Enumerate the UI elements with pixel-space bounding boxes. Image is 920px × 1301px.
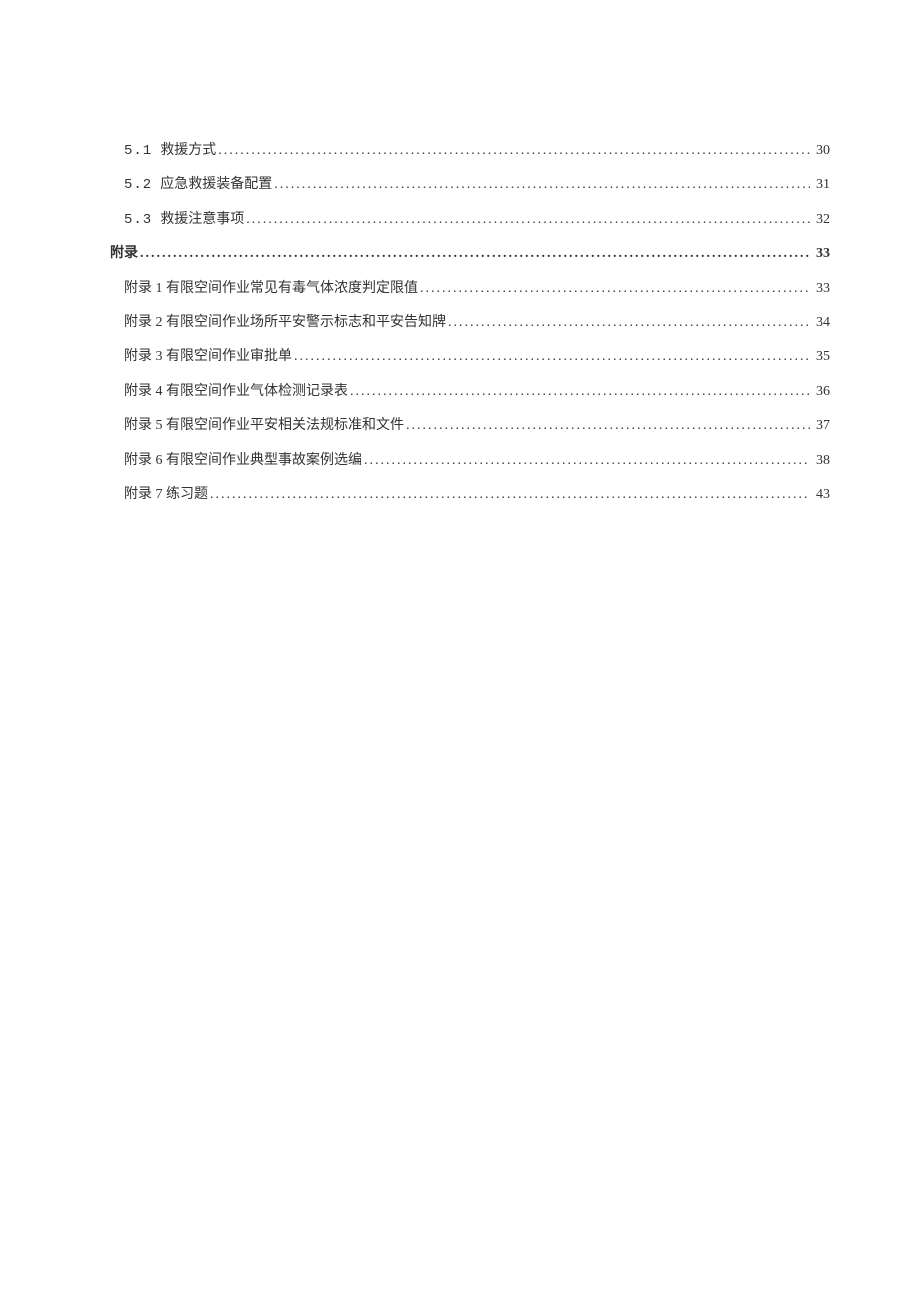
toc-entry: 5.3 救援注意事项 32 — [110, 209, 830, 231]
toc-entry-heading: 附录 33 — [110, 243, 830, 265]
toc-page-number: 33 — [810, 243, 830, 265]
toc-title: 救援注意事项 — [160, 209, 244, 231]
toc-entry: 附录 7 练习题 43 — [110, 484, 830, 506]
toc-number: 5.1 — [124, 140, 152, 162]
toc-entry: 5.1 救援方式 30 — [110, 140, 830, 162]
toc-number: 5.3 — [124, 209, 152, 231]
toc-page-number: 35 — [810, 346, 830, 368]
toc-entry: 附录 6 有限空间作业典型事故案例选编 38 — [110, 450, 830, 472]
toc-entry: 5.2 应急救援装备配置 31 — [110, 174, 830, 196]
toc-title: 附录 1 有限空间作业常见有毒气体浓度判定限值 — [124, 278, 418, 300]
toc-page-number: 30 — [810, 140, 830, 162]
toc-leader-dots — [404, 415, 810, 437]
toc-title: 附录 7 练习题 — [124, 484, 208, 506]
toc-title: 附录 — [110, 243, 138, 265]
toc-title: 附录 6 有限空间作业典型事故案例选编 — [124, 450, 362, 472]
toc-title: 救援方式 — [160, 140, 216, 162]
toc-title: 附录 3 有限空间作业审批单 — [124, 346, 292, 368]
toc-title: 附录 5 有限空间作业平安相关法规标准和文件 — [124, 415, 404, 437]
toc-leader-dots — [292, 346, 810, 368]
toc-entry: 附录 4 有限空间作业气体检测记录表 36 — [110, 381, 830, 403]
toc-entry: 附录 3 有限空间作业审批单 35 — [110, 346, 830, 368]
toc-leader-dots — [208, 484, 810, 506]
toc-page-number: 36 — [810, 381, 830, 403]
toc-page-number: 33 — [810, 278, 830, 300]
toc-title: 附录 2 有限空间作业场所平安警示标志和平安告知牌 — [124, 312, 446, 334]
toc-page-number: 34 — [810, 312, 830, 334]
toc-page-number: 31 — [810, 174, 830, 196]
toc-leader-dots — [216, 140, 810, 162]
toc-entry: 附录 1 有限空间作业常见有毒气体浓度判定限值 33 — [110, 278, 830, 300]
toc-entry: 附录 2 有限空间作业场所平安警示标志和平安告知牌 34 — [110, 312, 830, 334]
toc-page-number: 43 — [810, 484, 830, 506]
toc-number: 5.2 — [124, 174, 152, 196]
toc-title: 应急救援装备配置 — [160, 174, 272, 196]
toc-leader-dots — [348, 381, 810, 403]
toc-leader-dots — [244, 209, 810, 231]
toc-page-number: 32 — [810, 209, 830, 231]
toc-page-number: 37 — [810, 415, 830, 437]
toc-leader-dots — [362, 450, 810, 472]
toc-leader-dots — [418, 278, 810, 300]
toc-page-number: 38 — [810, 450, 830, 472]
toc-leader-dots — [138, 243, 810, 265]
toc-leader-dots — [272, 174, 810, 196]
table-of-contents: 5.1 救援方式 30 5.2 应急救援装备配置 31 5.3 救援注意事项 3… — [110, 140, 830, 506]
toc-entry: 附录 5 有限空间作业平安相关法规标准和文件 37 — [110, 415, 830, 437]
toc-title: 附录 4 有限空间作业气体检测记录表 — [124, 381, 348, 403]
toc-leader-dots — [446, 312, 810, 334]
